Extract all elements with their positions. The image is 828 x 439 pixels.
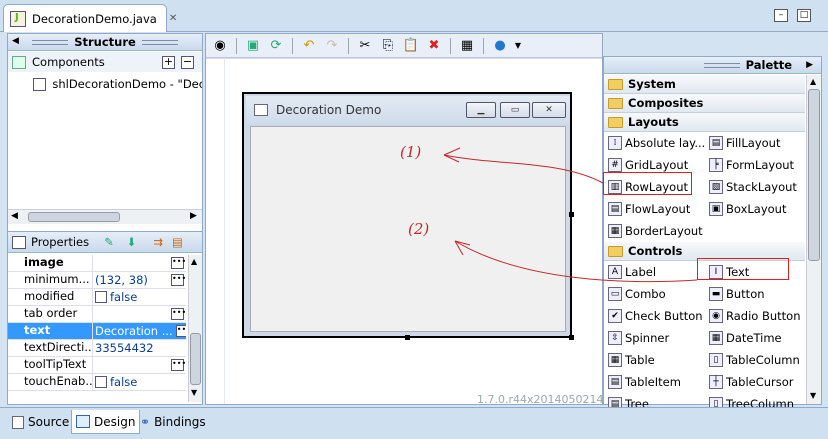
source-icon xyxy=(12,415,24,429)
tab-bindings-label: Bindings xyxy=(154,415,206,429)
annotation-label-2: (2) xyxy=(408,220,430,238)
tab-design[interactable]: Design xyxy=(71,410,141,434)
tab-source-label: Source xyxy=(28,415,70,429)
tab-design-label: Design xyxy=(94,414,136,429)
arrow-2 xyxy=(454,240,698,283)
arrow-1 xyxy=(443,154,604,184)
design-icon xyxy=(76,415,90,428)
tab-bindings[interactable]: ⚭ Bindings xyxy=(136,410,210,434)
bottom-tab-bar: Source Design ⚭ Bindings xyxy=(0,407,828,439)
bindings-icon: ⚭ xyxy=(140,415,151,429)
annotation-label-1: (1) xyxy=(400,143,422,161)
tab-source[interactable]: Source xyxy=(8,410,73,434)
